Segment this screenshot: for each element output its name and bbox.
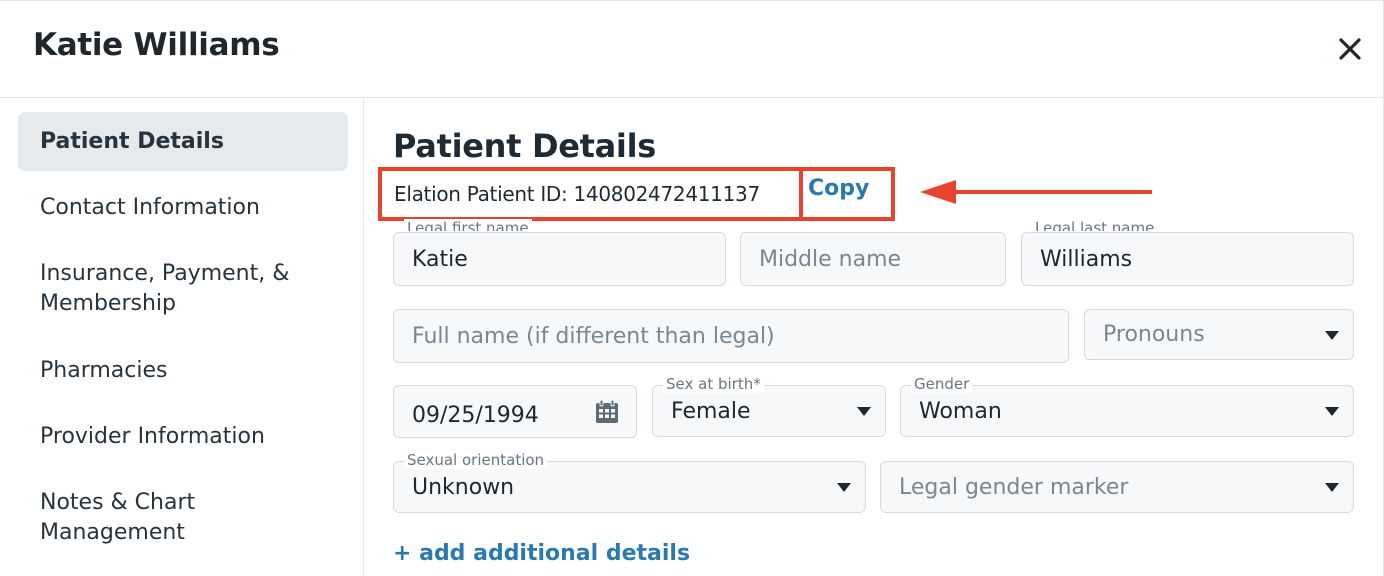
full-name-field[interactable]: Full name (if different than legal) [393, 309, 1069, 363]
sidebar-item-provider-information[interactable]: Provider Information [18, 422, 348, 452]
close-button[interactable] [1332, 31, 1368, 67]
sidebar-item-contact-information[interactable]: Contact Information [18, 193, 348, 223]
annotation-arrow-icon [920, 180, 1152, 204]
chevron-down-icon [1325, 330, 1339, 340]
sexual-orientation-select[interactable]: Sexual orientation Unknown [393, 451, 866, 513]
sidebar-item-label: Notes & Chart Management [40, 490, 196, 545]
pronouns-placeholder: Pronouns [1103, 322, 1205, 347]
modal-title: Katie Williams [33, 27, 280, 63]
last-name-value: Williams [1040, 246, 1133, 272]
dob-value: 09/25/1994 [412, 403, 539, 428]
gender-value: Woman [919, 398, 1002, 424]
pronouns-select[interactable]: Pronouns [1084, 309, 1354, 360]
chevron-down-icon [1325, 483, 1339, 492]
chevron-down-icon [857, 407, 871, 416]
sidebar-nav: Patient Details Contact Information Insu… [4, 98, 364, 576]
patient-id-text: Elation Patient ID: 140802472411137 [394, 182, 760, 206]
sidebar-item-label: Pharmacies [40, 358, 168, 383]
gender-label: Gender [911, 375, 973, 393]
full-name-placeholder: Full name (if different than legal) [412, 323, 775, 349]
chevron-down-icon [1325, 407, 1339, 416]
sex-at-birth-select[interactable]: Sex at birth* Female [652, 375, 886, 437]
sexual-orientation-value: Unknown [412, 474, 515, 500]
section-title: Patient Details [393, 127, 657, 165]
sidebar-item-label: Contact Information [40, 195, 260, 220]
last-name-field[interactable]: Legal last name Williams [1021, 219, 1354, 286]
legal-gender-marker-select[interactable]: Legal gender marker [880, 461, 1354, 513]
first-name-field[interactable]: Legal first name Katie [393, 219, 726, 286]
modal-header: Katie Williams [0, 1, 1384, 98]
chevron-down-icon [837, 483, 851, 492]
middle-name-placeholder: Middle name [759, 246, 902, 272]
last-name-label: Legal last name [1032, 219, 1158, 231]
date-of-birth-field[interactable]: 09/25/1994 [393, 385, 637, 438]
middle-name-field[interactable]: Middle name [740, 232, 1006, 286]
sexual-orientation-label: Sexual orientation [404, 451, 548, 469]
gender-select[interactable]: Gender Woman [900, 375, 1354, 437]
patient-modal: Katie Williams Patient Details Contact I… [0, 0, 1384, 576]
sex-at-birth-value: Female [671, 398, 751, 424]
sidebar-item-insurance-payment-membership[interactable]: Insurance, Payment, & Membership [18, 259, 318, 319]
first-name-value: Katie [412, 246, 468, 272]
sidebar-item-pharmacies[interactable]: Pharmacies [18, 356, 348, 386]
copy-id-button[interactable]: Copy [808, 176, 869, 201]
sidebar-item-label: Patient Details [40, 128, 224, 154]
sidebar-item-label: Provider Information [40, 424, 265, 449]
add-additional-details-link[interactable]: + add additional details [393, 541, 690, 566]
legal-gender-marker-placeholder: Legal gender marker [899, 474, 1129, 500]
sidebar-item-notes-chart-management[interactable]: Notes & Chart Management [18, 488, 258, 548]
calendar-icon[interactable] [594, 399, 620, 425]
sidebar-item-label: Insurance, Payment, & Membership [40, 261, 290, 316]
close-icon [1339, 38, 1361, 60]
sex-at-birth-label: Sex at birth* [663, 375, 764, 393]
sidebar-item-patient-details[interactable]: Patient Details [18, 112, 348, 171]
first-name-label: Legal first name [404, 219, 532, 231]
patient-id-annotation-box: Elation Patient ID: 140802472411137 [378, 167, 803, 221]
